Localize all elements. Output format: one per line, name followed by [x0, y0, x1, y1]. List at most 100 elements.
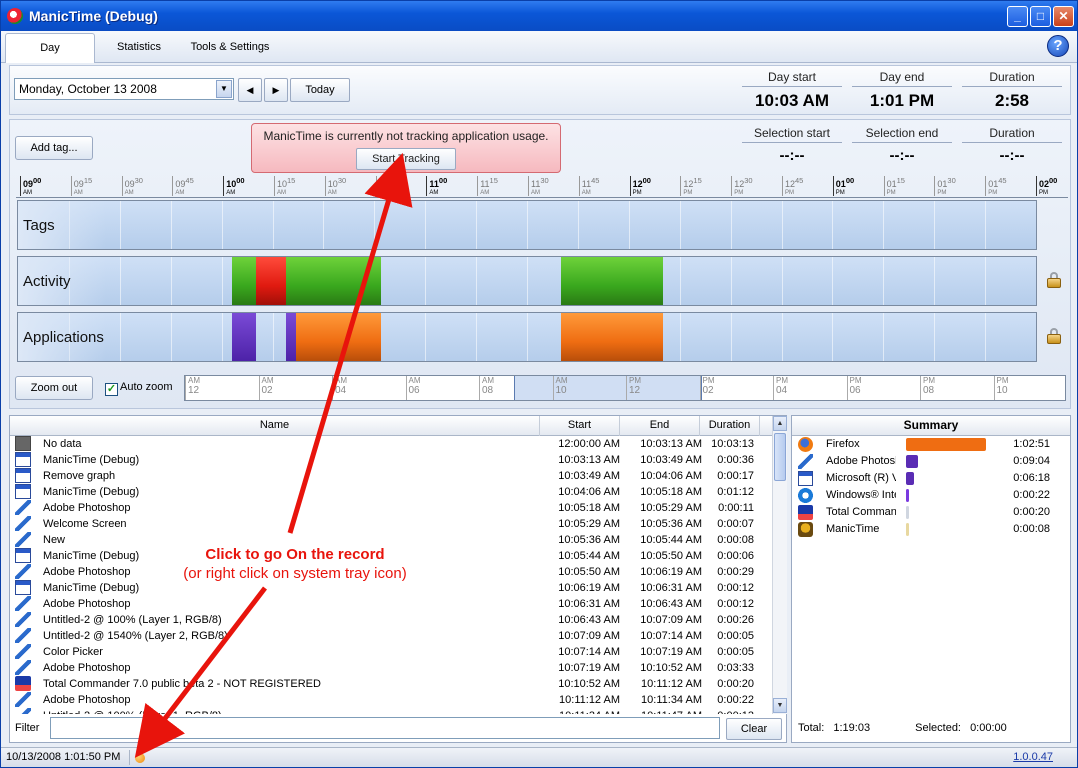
tab-day[interactable]: Day: [5, 33, 95, 63]
auto-zoom-checkbox[interactable]: ✓ Auto zoom: [105, 381, 173, 396]
list-header: Name Start End Duration: [10, 416, 772, 436]
timeline-block[interactable]: [286, 257, 382, 305]
row-duration: 0:00:36: [717, 454, 754, 466]
tracking-status-icon[interactable]: [135, 753, 145, 763]
timeline-block[interactable]: [560, 257, 663, 305]
table-row[interactable]: Remove graph 10:03:49 AM 10:04:06 AM 0:00:1…: [10, 468, 772, 484]
summary-row[interactable]: Microsoft (R) Visual Studio 0:06:18: [792, 470, 1070, 487]
selected-label: Selected:: [915, 722, 961, 734]
timeline-block[interactable]: [296, 313, 382, 361]
checkbox-check-icon[interactable]: ✓: [105, 383, 118, 396]
table-row[interactable]: ManicTime (Debug) 10:04:06 AM 10:05:18 AM 0…: [10, 484, 772, 500]
table-row[interactable]: Adobe Photoshop 10:07:19 AM 10:10:52 AM 0:0…: [10, 660, 772, 676]
clear-filter-button[interactable]: Clear: [726, 718, 782, 740]
column-header-end[interactable]: End: [620, 416, 700, 436]
day-duration-label: Duration: [962, 70, 1062, 87]
summary-app-name: Adobe Photoshop: [826, 455, 896, 467]
table-row[interactable]: ManicTime (Debug) 10:03:13 AM 10:03:49 AM 0…: [10, 452, 772, 468]
chevron-down-icon[interactable]: ▼: [216, 80, 232, 98]
table-row[interactable]: No data 12:00:00 AM 10:03:13 AM 10:03:13: [10, 436, 772, 452]
summary-row[interactable]: Windows® Internet Explorer 0:00:22: [792, 487, 1070, 504]
column-header-duration[interactable]: Duration: [700, 416, 760, 436]
close-button[interactable]: ✕: [1053, 6, 1074, 27]
timeline-block[interactable]: [560, 313, 663, 361]
row-duration: 0:00:11: [718, 502, 754, 514]
tags-lane[interactable]: Tags: [17, 200, 1037, 250]
maximize-button[interactable]: □: [1030, 6, 1051, 27]
column-header-name[interactable]: Name: [10, 416, 540, 436]
table-row[interactable]: Total Commander 7.0 public beta 2 - NOT …: [10, 676, 772, 692]
summary-row[interactable]: Total Commander 0:00:20: [792, 504, 1070, 521]
scroll-thumb[interactable]: [774, 433, 786, 481]
ps-icon: [15, 532, 31, 547]
filter-input[interactable]: [50, 717, 720, 739]
day-overview-slider[interactable]: AM 12 AM 02 AM 04 AM 06 AM 08 AM 10 PM 12 PM 02 PM 04 PM 06…: [184, 375, 1066, 401]
scroll-up-button[interactable]: ▲: [773, 416, 787, 431]
version-link[interactable]: 1.0.0.47: [1013, 751, 1053, 763]
time-tick: 1045 AM: [375, 176, 397, 196]
row-end: 10:04:06 AM: [640, 470, 702, 482]
row-name: Adobe Photoshop: [43, 502, 131, 514]
summary-row[interactable]: ManicTime 0:00:08: [792, 521, 1070, 538]
overview-tick: PM 06: [846, 376, 862, 400]
row-start: 10:06:19 AM: [558, 582, 620, 594]
scroll-down-button[interactable]: ▼: [773, 698, 787, 713]
summary-app-name: Microsoft (R) Visual Studio: [826, 472, 896, 484]
selection-duration-stat: Duration --:--: [962, 126, 1062, 164]
row-start: 10:06:43 AM: [558, 614, 620, 626]
help-icon[interactable]: ?: [1047, 35, 1069, 57]
table-row[interactable]: Adobe Photoshop 10:05:18 AM 10:05:29 AM 0:0…: [10, 500, 772, 516]
previous-day-button[interactable]: ◀: [238, 78, 262, 102]
activity-lane[interactable]: Activity: [17, 256, 1037, 306]
table-row[interactable]: Untitled-2 @ 100% (Layer 1, RGB/8)10:11:…: [10, 708, 772, 714]
table-row[interactable]: Untitled-2 @ 100% (Layer 1, RGB/8) 10:06:…: [10, 612, 772, 628]
table-row[interactable]: Adobe Photoshop 10:11:12 AM 10:11:34 AM 0:0…: [10, 692, 772, 708]
summary-panel: Summary Firefox 1:02:51 Adobe Photoshop 0:0…: [791, 415, 1071, 743]
add-tag-button[interactable]: Add tag...: [15, 136, 93, 160]
selection-start-label: Selection start: [742, 126, 842, 143]
time-tick: 1000 AM: [223, 176, 245, 196]
zoom-out-button[interactable]: Zoom out: [15, 376, 93, 400]
row-start: 10:05:44 AM: [558, 550, 620, 562]
tab-statistics[interactable]: Statistics: [109, 33, 169, 63]
timeline-block[interactable]: [231, 313, 256, 361]
table-row[interactable]: Color Picker 10:07:14 AM 10:07:19 AM 0:00:0…: [10, 644, 772, 660]
table-row[interactable]: Untitled-2 @ 1540% (Layer 2, RGB/8) 10:07…: [10, 628, 772, 644]
timeline-block[interactable]: [255, 257, 287, 305]
table-row[interactable]: Welcome Screen 10:05:29 AM 10:05:36 AM 0:00…: [10, 516, 772, 532]
start-tracking-button[interactable]: Start Tracking: [356, 148, 456, 170]
row-name: Untitled-2 @ 100% (Layer 1, RGB/8): [43, 614, 222, 626]
table-row[interactable]: Adobe Photoshop 10:06:31 AM 10:06:43 AM 0:0…: [10, 596, 772, 612]
summary-title: Summary: [792, 416, 1070, 436]
row-start: 10:03:49 AM: [558, 470, 620, 482]
row-end: 10:07:14 AM: [640, 630, 702, 642]
time-ruler[interactable]: 0900 AM 0915 AM 0930 AM 0945 AM 1000 AM 1015 AM 1030…: [16, 176, 1068, 198]
ps-icon: [15, 628, 31, 643]
row-duration: 0:00:05: [717, 630, 754, 642]
title-bar[interactable]: ManicTime (Debug) _ □ ✕: [1, 1, 1077, 31]
list-scrollbar[interactable]: ▲ ▼: [772, 416, 787, 714]
applications-lane[interactable]: Applications: [17, 312, 1037, 362]
time-tick: 0915 AM: [70, 176, 92, 196]
time-tick: 1115 AM: [477, 176, 498, 196]
tab-tools-settings[interactable]: Tools & Settings: [183, 33, 277, 63]
ps-icon: [15, 516, 31, 531]
row-duration: 0:01:12: [717, 486, 754, 498]
overview-selection-range[interactable]: [514, 376, 702, 400]
date-picker[interactable]: Monday, October 13 2008 ▼: [14, 78, 234, 100]
summary-row[interactable]: Adobe Photoshop 0:09:04: [792, 453, 1070, 470]
summary-row[interactable]: Firefox 1:02:51: [792, 436, 1070, 453]
timeline-block[interactable]: [286, 313, 297, 361]
ps-icon: [15, 708, 31, 714]
column-header-start[interactable]: Start: [540, 416, 620, 436]
next-day-button[interactable]: ▶: [264, 78, 288, 102]
timeline-block[interactable]: [231, 257, 256, 305]
row-name: Adobe Photoshop: [43, 694, 131, 706]
time-tick: 0900 AM: [20, 176, 41, 196]
lock-icon[interactable]: [1046, 272, 1062, 288]
row-duration: 0:03:33: [717, 662, 754, 674]
row-end: 10:05:29 AM: [640, 502, 702, 514]
minimize-button[interactable]: _: [1007, 6, 1028, 27]
today-button[interactable]: Today: [290, 78, 350, 102]
lock-icon[interactable]: [1046, 328, 1062, 344]
